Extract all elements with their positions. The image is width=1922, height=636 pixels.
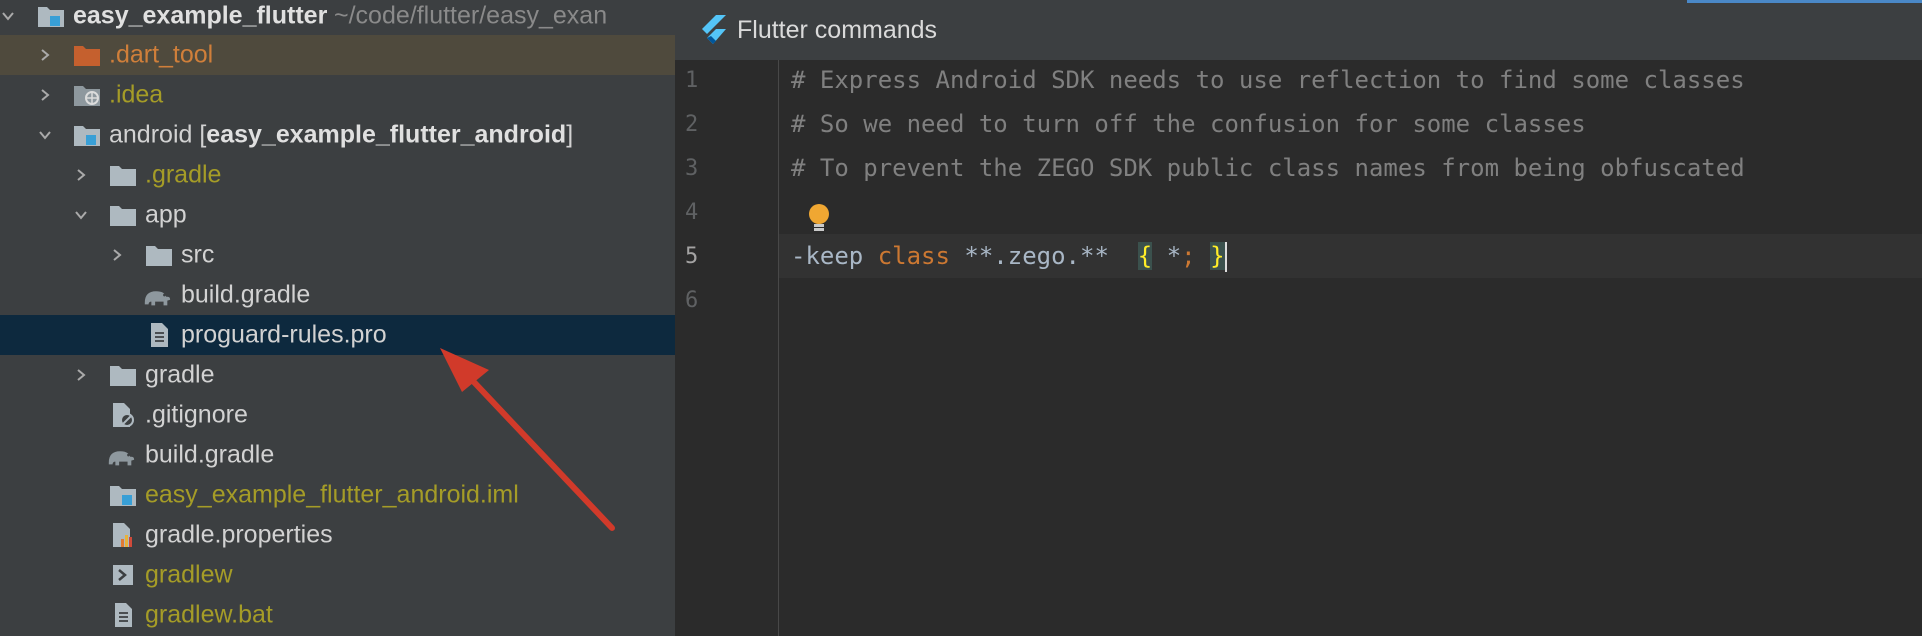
tree-item-label: build.gradle xyxy=(145,440,275,469)
brace-close-match: } xyxy=(1210,242,1225,270)
ignored-file-icon xyxy=(108,402,138,428)
code-token: * xyxy=(1152,242,1182,270)
gradle-elephant-icon xyxy=(142,282,172,308)
tree-item-label: .idea xyxy=(109,80,164,109)
tree-item-label: gradle.properties xyxy=(145,520,333,549)
tree-item-label: .dart_tool xyxy=(109,40,214,69)
chevron-right-icon[interactable] xyxy=(33,83,57,107)
module-bracket: ] xyxy=(566,120,574,149)
tree-item-path: ~/code/flutter/easy_exan xyxy=(334,1,608,30)
code-line-1[interactable]: # Express Android SDK needs to use refle… xyxy=(791,66,1745,94)
folder-icon xyxy=(108,162,138,188)
idea-folder-icon xyxy=(72,82,102,108)
editor-banner: Flutter commands xyxy=(675,0,1922,60)
flutter-icon xyxy=(699,14,729,51)
tree-item-label: gradlew.bat xyxy=(145,600,273,629)
code-line-5[interactable]: -keep class **.zego.** { *; } xyxy=(791,242,1227,272)
folder-icon xyxy=(72,42,102,68)
tree-item-gradle[interactable]: gradle xyxy=(0,355,675,395)
text-caret xyxy=(1224,242,1227,272)
tree-item-gradlew-bat[interactable]: gradlew.bat xyxy=(0,595,675,635)
tree-item-label: easy_example_flutter xyxy=(73,1,328,30)
code-token: -keep xyxy=(791,242,878,270)
project-tree: easy_example_flutter ~/code/flutter/easy… xyxy=(0,0,675,636)
code-line-3[interactable]: # To prevent the ZEGO SDK public class n… xyxy=(791,154,1745,182)
line-number-current: 5 xyxy=(685,244,699,269)
tree-item-easy-example-flutter[interactable]: easy_example_flutter ~/code/flutter/easy… xyxy=(0,0,675,36)
chevron-right-icon[interactable] xyxy=(69,363,93,387)
module-name: easy_example_flutter_android xyxy=(206,120,567,149)
tree-item-build-gradle[interactable]: build.gradle xyxy=(0,435,675,475)
tree-item-label: .gitignore xyxy=(145,400,248,429)
folder-icon xyxy=(144,242,174,268)
brace-open-match: { xyxy=(1137,242,1153,270)
lightbulb-icon[interactable] xyxy=(805,202,833,239)
keyword-token: class xyxy=(877,242,950,270)
code-line-2[interactable]: # So we need to turn off the confusion f… xyxy=(791,110,1586,138)
chevron-right-icon[interactable] xyxy=(105,243,129,267)
tree-item-gradle-dir[interactable]: .gradle xyxy=(0,155,675,195)
text-file-icon xyxy=(144,322,174,348)
line-number: 4 xyxy=(685,200,699,225)
tree-item-label: build.gradle xyxy=(181,280,311,309)
tree-item-src[interactable]: src xyxy=(0,235,675,275)
tree-item-label: proguard-rules.pro xyxy=(181,320,387,349)
module-folder-icon xyxy=(36,3,66,29)
tree-item-iml[interactable]: easy_example_flutter_android.iml xyxy=(0,475,675,515)
folder-icon xyxy=(108,202,138,228)
accent-bar xyxy=(1687,0,1922,3)
properties-file-icon xyxy=(108,522,138,548)
iml-file-icon xyxy=(108,482,138,508)
chevron-down-icon[interactable] xyxy=(69,203,93,227)
tree-item-label: gradlew xyxy=(145,560,233,589)
line-number: 3 xyxy=(685,156,699,181)
chevron-right-icon[interactable] xyxy=(33,43,57,67)
tree-item-gradle-properties[interactable]: gradle.properties xyxy=(0,515,675,555)
tree-item-label: src xyxy=(181,240,215,269)
line-number-gutter: 1 2 3 4 5 6 xyxy=(675,60,779,636)
tree-item-idea[interactable]: .idea xyxy=(0,75,675,115)
code-editor[interactable]: Flutter commands 1 2 3 4 5 6 # Express A… xyxy=(675,0,1922,636)
tree-item-gitignore[interactable]: .gitignore xyxy=(0,395,675,435)
tree-item-label: gradle xyxy=(145,360,215,389)
tree-item-label: app xyxy=(145,200,187,229)
tree-item-label: .gradle xyxy=(145,160,222,189)
text-file-icon xyxy=(108,602,138,628)
tree-item-app[interactable]: app xyxy=(0,195,675,235)
line-number: 1 xyxy=(685,68,699,93)
semicolon-token: ; xyxy=(1181,242,1196,270)
tree-item-label: android [ xyxy=(109,120,207,149)
tree-item-proguard-rules[interactable]: proguard-rules.pro xyxy=(0,315,675,355)
flutter-commands-link[interactable]: Flutter commands xyxy=(737,16,937,45)
tree-item-gradlew[interactable]: gradlew xyxy=(0,555,675,595)
chevron-down-icon[interactable] xyxy=(33,123,57,147)
line-number: 6 xyxy=(685,288,699,313)
tree-item-label: easy_example_flutter_android.iml xyxy=(145,480,519,509)
shell-script-icon xyxy=(108,562,138,588)
chevron-down-icon[interactable] xyxy=(0,4,20,28)
folder-icon xyxy=(108,362,138,388)
module-folder-icon xyxy=(72,122,102,148)
tree-item-build-gradle-app[interactable]: build.gradle xyxy=(0,275,675,315)
line-number: 2 xyxy=(685,112,699,137)
code-token: **.zego.** xyxy=(949,242,1138,270)
chevron-right-icon[interactable] xyxy=(69,163,93,187)
tree-item-dart-tool[interactable]: .dart_tool xyxy=(0,35,675,75)
gradle-elephant-icon xyxy=(106,442,136,468)
tree-item-android[interactable]: android [easy_example_flutter_android] xyxy=(0,115,675,155)
